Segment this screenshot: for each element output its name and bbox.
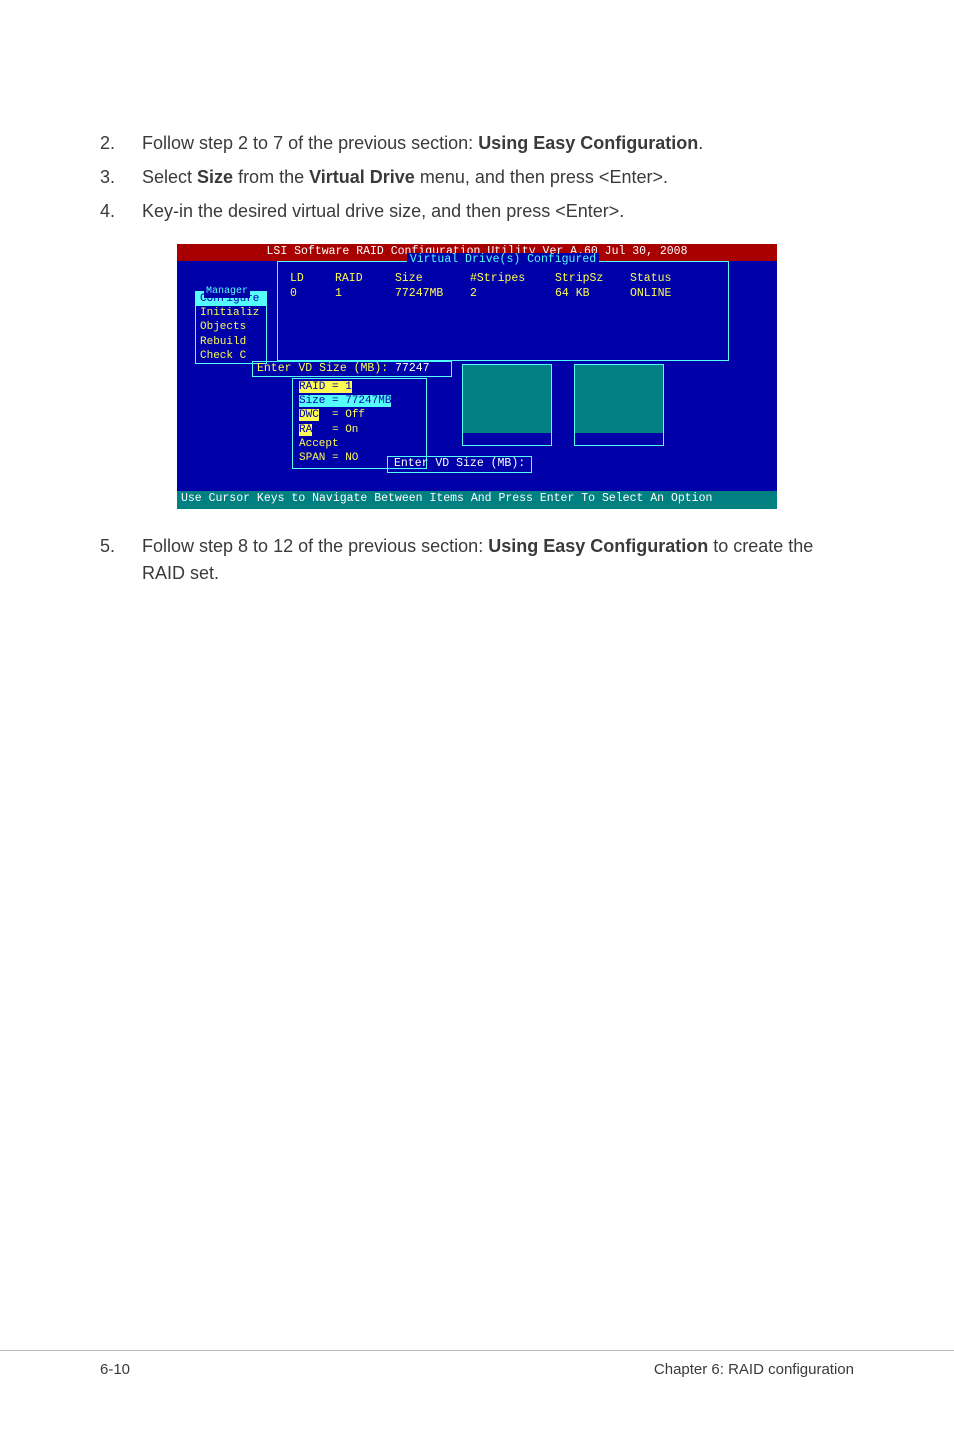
col-stripes: #Stripes: [470, 272, 555, 287]
menu-item-rebuild[interactable]: Rebuild: [196, 335, 266, 349]
vd-header-row: LD RAID Size #Stripes StripSz Status: [290, 272, 716, 287]
menu-title: Manager: [204, 285, 250, 298]
col-raid: RAID: [335, 272, 395, 287]
prop-accept[interactable]: Accept: [299, 437, 420, 451]
page-content: 2. Follow step 2 to 7 of the previous se…: [0, 0, 954, 588]
enter-value: 77247: [395, 362, 430, 375]
menu-item-objects[interactable]: Objects: [196, 320, 266, 334]
col-size: Size: [395, 272, 470, 287]
bios-body: Virtual Drive(s) Configured LD RAID Size…: [177, 261, 777, 491]
page-number: 6-10: [100, 1361, 130, 1378]
drive-block: [574, 364, 664, 446]
drive-block: [462, 364, 552, 446]
step-text: Follow step 2 to 7 of the previous secti…: [142, 130, 854, 158]
chapter-label: Chapter 6: RAID configuration: [654, 1361, 854, 1378]
manager-menu[interactable]: Manager Configure Initializ Objects Rebu…: [195, 291, 267, 364]
prop-dwc[interactable]: DWC = Off: [299, 408, 420, 422]
prop-ra[interactable]: RA = On: [299, 423, 420, 437]
step-2: 2. Follow step 2 to 7 of the previous se…: [100, 130, 854, 158]
virtual-drive-frame: Virtual Drive(s) Configured LD RAID Size…: [277, 261, 729, 361]
step-text: Key-in the desired virtual drive size, a…: [142, 198, 854, 226]
vd-table: LD RAID Size #Stripes StripSz Status 0 1…: [278, 262, 728, 302]
col-status: Status: [630, 272, 700, 287]
step-4: 4. Key-in the desired virtual drive size…: [100, 198, 854, 226]
step-text: Select Size from the Virtual Drive menu,…: [142, 164, 854, 192]
menu-item-initialize[interactable]: Initializ: [196, 306, 266, 320]
col-stripsz: StripSz: [555, 272, 630, 287]
step-number: 2.: [100, 130, 142, 158]
bios-screen: LSI Software RAID Configuration Utility …: [177, 244, 777, 509]
step-number: 4.: [100, 198, 142, 226]
step-text: Follow step 8 to 12 of the previous sect…: [142, 533, 854, 589]
step-number: 3.: [100, 164, 142, 192]
vd-frame-title: Virtual Drive(s) Configured: [278, 253, 728, 268]
prop-raid[interactable]: RAID = 1: [299, 380, 420, 394]
enter-vd-size-prompt: Enter VD Size (MB):: [387, 456, 532, 473]
step-number: 5.: [100, 533, 142, 589]
vd-data-row: 0 1 77247MB 2 64 KB ONLINE: [290, 287, 716, 302]
col-ld: LD: [290, 272, 335, 287]
drive-graphic-blocks: [462, 364, 664, 446]
enter-label: Enter VD Size (MB):: [257, 362, 395, 375]
bios-footer-hint: Use Cursor Keys to Navigate Between Item…: [177, 491, 777, 509]
enter-vd-size-field[interactable]: Enter VD Size (MB): 77247: [252, 361, 452, 377]
prop-size[interactable]: Size = 77247MB: [299, 394, 420, 408]
page-footer: 6-10 Chapter 6: RAID configuration: [0, 1350, 954, 1378]
step-5: 5. Follow step 8 to 12 of the previous s…: [100, 533, 854, 589]
step-3: 3. Select Size from the Virtual Drive me…: [100, 164, 854, 192]
